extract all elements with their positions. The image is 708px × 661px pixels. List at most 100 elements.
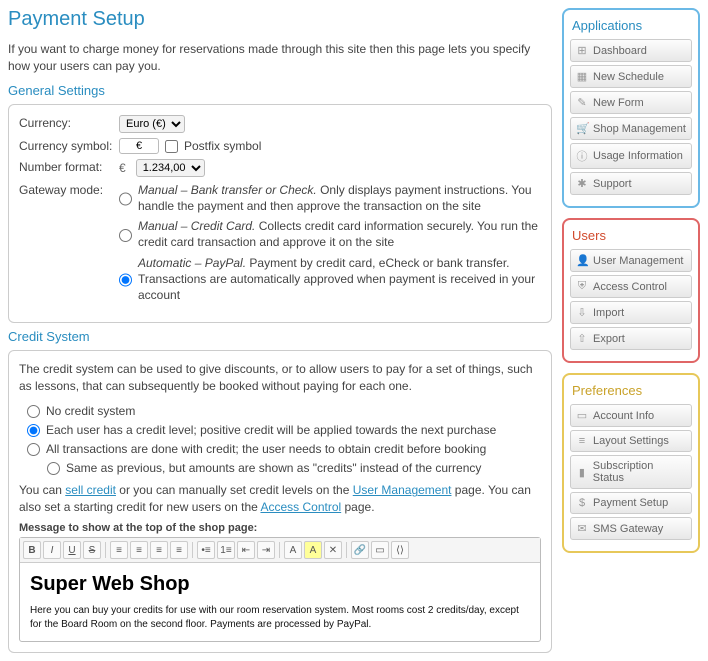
credit-radio-2[interactable]	[27, 443, 40, 456]
editor-toolbar: B I U S ≡ ≡ ≡ ≡ •≡ 1≡ ⇤ ⇥ A A	[20, 538, 540, 563]
gateway-radio-0[interactable]	[119, 184, 132, 214]
panel-general: Currency: Euro (€) Currency symbol: Post…	[8, 104, 552, 324]
pref-sms-gateway-label: SMS Gateway	[593, 523, 663, 535]
editor-paragraph: Here you can buy your credits for use wi…	[30, 604, 530, 631]
strike-button[interactable]: S	[83, 541, 101, 559]
currency-symbol-input[interactable]	[119, 138, 159, 154]
app-support-icon: ✱	[576, 177, 588, 190]
credit-radio-1[interactable]	[27, 424, 40, 437]
currency-select[interactable]: Euro (€)	[119, 115, 185, 133]
pref-layout-settings[interactable]: ≡ Layout Settings	[570, 430, 692, 452]
app-usage-information[interactable]: ⓘ Usage Information	[570, 143, 692, 169]
list-unordered-button[interactable]: •≡	[197, 541, 215, 559]
gateway-options: Manual – Bank transfer or Check. Only di…	[119, 182, 541, 307]
pref-layout-settings-icon: ≡	[576, 435, 588, 447]
gateway-radio-2[interactable]	[119, 257, 132, 304]
user-management-link[interactable]: User Management	[353, 483, 452, 497]
app-new-schedule-icon: ▦	[576, 70, 588, 83]
sidebar-users: Users 👤 User Management ⛨ Access Control ⇩ Im…	[562, 218, 700, 363]
users-import-icon: ⇩	[576, 306, 588, 319]
credit-option-label-3: Same as previous, but amounts are shown …	[66, 460, 481, 476]
align-center-button[interactable]: ≡	[130, 541, 148, 559]
users-import-label: Import	[593, 307, 624, 319]
pref-payment-setup-label: Payment Setup	[593, 497, 668, 509]
app-dashboard[interactable]: ⊞Dashboard	[570, 39, 692, 62]
gateway-option-text-2: Automatic – PayPal. Payment by credit ca…	[138, 255, 541, 304]
app-shop-management[interactable]: 🛒Shop Management	[570, 117, 692, 140]
app-support[interactable]: ✱ Support	[570, 172, 692, 195]
credit-radio-0[interactable]	[27, 405, 40, 418]
users-export[interactable]: ⇧ Export	[570, 327, 692, 350]
bg-color-button[interactable]: A	[304, 541, 322, 559]
app-usage-information-icon: ⓘ	[576, 148, 588, 164]
postfix-checkbox[interactable]	[165, 140, 178, 153]
editor-body[interactable]: Super Web Shop Here you can buy your cre…	[20, 563, 540, 641]
number-format-prefix: €	[119, 160, 126, 176]
gateway-label: Gateway mode:	[19, 182, 119, 198]
app-support-label: Support	[593, 178, 632, 190]
pref-sms-gateway-icon: ✉	[576, 522, 588, 535]
pref-layout-settings-label: Layout Settings	[593, 435, 669, 447]
app-dashboard-label: Dashboard	[593, 45, 647, 57]
sidebar-preferences: Preferences ▭Account Info ≡ Layout Setting…	[562, 373, 700, 553]
credit-radio-3[interactable]	[47, 462, 60, 475]
users-user-management[interactable]: 👤 User Management	[570, 249, 692, 272]
bold-button[interactable]: B	[23, 541, 41, 559]
number-format-label: Number format:	[19, 159, 119, 175]
users-import[interactable]: ⇩ Import	[570, 301, 692, 324]
app-new-form[interactable]: ✎ New Form	[570, 91, 692, 114]
users-user-management-icon: 👤	[576, 254, 588, 267]
indent-button[interactable]: ⇥	[257, 541, 275, 559]
credit-option-label-1: Each user has a credit level; positive c…	[46, 422, 496, 438]
align-right-button[interactable]: ≡	[150, 541, 168, 559]
pref-payment-setup-icon: $	[576, 497, 588, 509]
sidebar-applications-title: Applications	[572, 18, 692, 33]
source-button[interactable]: ⟨⟩	[391, 541, 409, 559]
panel-credit: The credit system can be used to give di…	[8, 350, 552, 653]
credit-option-label-0: No credit system	[46, 403, 135, 419]
gateway-option-text-1: Manual – Credit Card. Collects credit ca…	[138, 218, 541, 250]
image-button[interactable]: ▭	[371, 541, 389, 559]
sell-credit-link[interactable]: sell credit	[65, 483, 116, 497]
pref-subscription-status[interactable]: ▮Subscription Status	[570, 455, 692, 489]
editor-label: Message to show at the top of the shop p…	[19, 522, 541, 534]
pref-account-info[interactable]: ▭Account Info	[570, 404, 692, 427]
page-intro: If you want to charge money for reservat…	[8, 41, 552, 75]
list-ordered-button[interactable]: 1≡	[217, 541, 235, 559]
pref-payment-setup[interactable]: $ Payment Setup	[570, 492, 692, 514]
app-shop-management-label: Shop Management	[593, 123, 686, 135]
app-new-schedule[interactable]: ▦ New Schedule	[570, 65, 692, 88]
pref-subscription-status-label: Subscription Status	[593, 460, 686, 484]
users-user-management-label: User Management	[593, 255, 684, 267]
currency-label: Currency:	[19, 115, 119, 131]
app-new-form-label: New Form	[593, 97, 644, 109]
section-credit-title: Credit System	[8, 329, 552, 344]
sidebar-users-title: Users	[572, 228, 692, 243]
italic-button[interactable]: I	[43, 541, 61, 559]
number-format-select[interactable]: 1.234,00	[136, 159, 205, 177]
text-color-button[interactable]: A	[284, 541, 302, 559]
clear-format-button[interactable]: ✕	[324, 541, 342, 559]
users-export-icon: ⇧	[576, 332, 588, 345]
gateway-radio-1[interactable]	[119, 220, 132, 250]
users-access-control[interactable]: ⛨ Access Control	[570, 275, 692, 298]
rich-text-editor: B I U S ≡ ≡ ≡ ≡ •≡ 1≡ ⇤ ⇥ A A	[19, 537, 541, 642]
outdent-button[interactable]: ⇤	[237, 541, 255, 559]
app-usage-information-label: Usage Information	[593, 150, 683, 162]
sidebar-applications: Applications ⊞Dashboard ▦ New Schedule ✎ New…	[562, 8, 700, 208]
align-left-button[interactable]: ≡	[110, 541, 128, 559]
sidebar-preferences-title: Preferences	[572, 383, 692, 398]
app-new-form-icon: ✎	[576, 96, 588, 109]
link-button[interactable]: 🔗	[351, 541, 369, 559]
app-new-schedule-label: New Schedule	[593, 71, 664, 83]
pref-sms-gateway[interactable]: ✉ SMS Gateway	[570, 517, 692, 540]
section-general-title: General Settings	[8, 83, 552, 98]
gateway-option-text-0: Manual – Bank transfer or Check. Only di…	[138, 182, 541, 214]
users-access-control-label: Access Control	[593, 281, 667, 293]
users-access-control-icon: ⛨	[576, 280, 588, 293]
users-export-label: Export	[593, 333, 625, 345]
underline-button[interactable]: U	[63, 541, 81, 559]
access-control-link[interactable]: Access Control	[260, 500, 341, 514]
align-justify-button[interactable]: ≡	[170, 541, 188, 559]
sidebar: Applications ⊞Dashboard ▦ New Schedule ✎ New…	[562, 8, 700, 653]
